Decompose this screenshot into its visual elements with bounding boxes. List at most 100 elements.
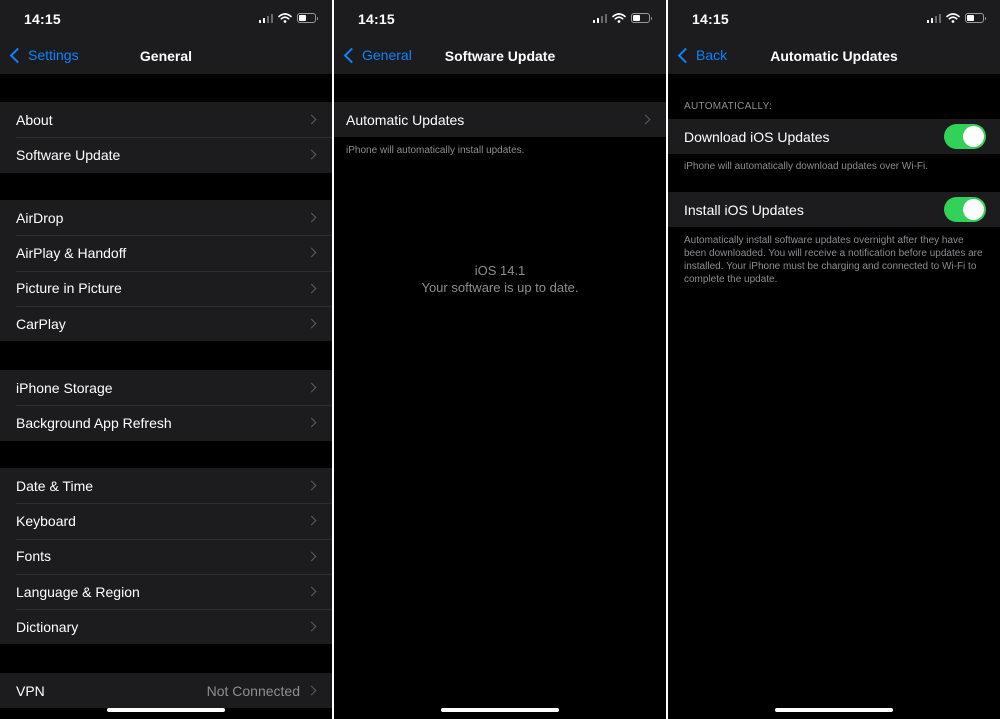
install-note: Automatically install software updates o… xyxy=(684,235,983,285)
disclosure-chevron-icon xyxy=(306,685,317,696)
row-label: VPN xyxy=(16,682,45,699)
disclosure-chevron-icon xyxy=(306,318,317,329)
update-status: iOS 14.1 Your software is up to date. xyxy=(334,262,666,296)
signal-icon xyxy=(926,13,941,23)
disclosure-chevron-icon xyxy=(306,283,317,294)
row-label: AirDrop xyxy=(16,209,64,226)
install-ios-updates-row: Install iOS Updates xyxy=(668,192,1000,227)
row-label: Date & Time xyxy=(16,477,94,494)
battery-icon xyxy=(965,13,986,23)
row-label: Automatic Updates xyxy=(346,111,465,128)
toggle-knob xyxy=(963,126,984,147)
back-button[interactable]: Settings xyxy=(9,47,79,63)
vpn-status-value: Not Connected xyxy=(206,682,300,699)
disclosure-chevron-icon xyxy=(306,149,317,160)
settings-group: VPN Not Connected xyxy=(0,673,332,709)
install-ios-updates-toggle[interactable] xyxy=(944,197,986,222)
row-label: About xyxy=(16,111,53,128)
disclosure-chevron-icon xyxy=(306,382,317,393)
settings-group: Date & Time Keyboard Fonts Language & Re… xyxy=(0,468,332,645)
status-bar: 14:15 xyxy=(0,0,332,38)
disclosure-chevron-icon xyxy=(306,114,317,125)
row-label: Dictionary xyxy=(16,618,79,635)
settings-group: Automatic Updates xyxy=(334,102,666,138)
home-indicator[interactable] xyxy=(441,708,559,712)
toggle-knob xyxy=(963,199,984,220)
settings-row-airdrop[interactable]: AirDrop xyxy=(0,200,332,235)
settings-row-carplay[interactable]: CarPlay xyxy=(0,305,332,341)
software-update-screen: 14:15 General Software Update Automatic … xyxy=(334,0,666,719)
settings-row-date-time[interactable]: Date & Time xyxy=(0,468,332,503)
battery-icon xyxy=(631,13,652,23)
general-screen: 14:15 Settings General About Software Up… xyxy=(0,0,332,719)
status-time: 14:15 xyxy=(24,11,61,27)
navigation-bar: Settings General xyxy=(0,38,332,74)
settings-row-background-app-refresh[interactable]: Background App Refresh xyxy=(0,405,332,440)
row-label: Fonts xyxy=(16,548,52,565)
settings-row-vpn[interactable]: VPN Not Connected xyxy=(0,673,332,708)
disclosure-chevron-icon xyxy=(306,480,317,491)
signal-icon xyxy=(592,13,607,23)
disclosure-chevron-icon xyxy=(306,551,317,562)
disclosure-chevron-icon xyxy=(640,114,651,125)
status-time: 14:15 xyxy=(358,11,395,27)
settings-group: Install iOS Updates xyxy=(668,192,1000,228)
settings-row-dictionary[interactable]: Dictionary xyxy=(0,609,332,644)
battery-icon xyxy=(297,13,318,23)
settings-row-iphone-storage[interactable]: iPhone Storage xyxy=(0,370,332,405)
row-label: Software Update xyxy=(16,146,121,163)
navigation-bar: Back Automatic Updates xyxy=(668,38,1000,74)
download-ios-updates-row: Download iOS Updates xyxy=(668,119,1000,154)
settings-row-language-region[interactable]: Language & Region xyxy=(0,573,332,609)
disclosure-chevron-icon xyxy=(306,515,317,526)
up-to-date-message: Your software is up to date. xyxy=(421,280,579,295)
disclosure-chevron-icon xyxy=(306,417,317,428)
automatic-updates-row[interactable]: Automatic Updates xyxy=(334,102,666,137)
home-indicator[interactable] xyxy=(775,708,893,712)
download-note: iPhone will automatically download updat… xyxy=(684,161,929,172)
row-label: iPhone Storage xyxy=(16,379,113,396)
settings-row-airplay-handoff[interactable]: AirPlay & Handoff xyxy=(0,235,332,270)
status-icons xyxy=(592,13,652,23)
status-icons xyxy=(926,13,986,23)
back-button[interactable]: Back xyxy=(677,47,727,63)
row-label: Background App Refresh xyxy=(16,414,172,431)
status-time: 14:15 xyxy=(692,11,729,27)
status-bar: 14:15 xyxy=(668,0,1000,38)
status-bar: 14:15 xyxy=(334,0,666,38)
back-label: General xyxy=(362,47,412,63)
settings-row-keyboard[interactable]: Keyboard xyxy=(0,503,332,538)
download-ios-updates-toggle[interactable] xyxy=(944,124,986,149)
back-chevron-icon xyxy=(343,47,360,63)
row-label: Install iOS Updates xyxy=(684,201,804,218)
disclosure-chevron-icon xyxy=(306,247,317,258)
automatic-updates-screen: 14:15 Back Automatic Updates AUTOMATICAL… xyxy=(668,0,1000,719)
settings-group: iPhone Storage Background App Refresh xyxy=(0,370,332,441)
disclosure-chevron-icon xyxy=(306,212,317,223)
settings-row-fonts[interactable]: Fonts xyxy=(0,538,332,574)
wifi-icon xyxy=(278,13,292,23)
row-label: Keyboard xyxy=(16,512,76,529)
settings-group: About Software Update xyxy=(0,102,332,173)
back-label: Back xyxy=(696,47,728,63)
row-label: Picture in Picture xyxy=(16,280,122,297)
row-label: CarPlay xyxy=(16,315,66,332)
back-button[interactable]: General xyxy=(343,47,412,63)
disclosure-chevron-icon xyxy=(306,586,317,597)
row-label: Language & Region xyxy=(16,583,140,600)
row-label: Download iOS Updates xyxy=(684,128,830,145)
back-chevron-icon xyxy=(9,47,26,63)
row-label: AirPlay & Handoff xyxy=(16,244,127,261)
settings-group: AirDrop AirPlay & Handoff Picture in Pic… xyxy=(0,200,332,342)
back-chevron-icon xyxy=(677,47,694,63)
settings-row-picture-in-picture[interactable]: Picture in Picture xyxy=(0,270,332,306)
wifi-icon xyxy=(612,13,626,23)
wifi-icon xyxy=(946,13,960,23)
home-indicator[interactable] xyxy=(107,708,225,712)
settings-row-about[interactable]: About xyxy=(0,102,332,137)
section-header: AUTOMATICALLY: xyxy=(684,101,773,112)
back-label: Settings xyxy=(28,47,79,63)
signal-icon xyxy=(258,13,273,23)
settings-row-software-update[interactable]: Software Update xyxy=(0,137,332,172)
settings-group: Download iOS Updates xyxy=(668,119,1000,155)
